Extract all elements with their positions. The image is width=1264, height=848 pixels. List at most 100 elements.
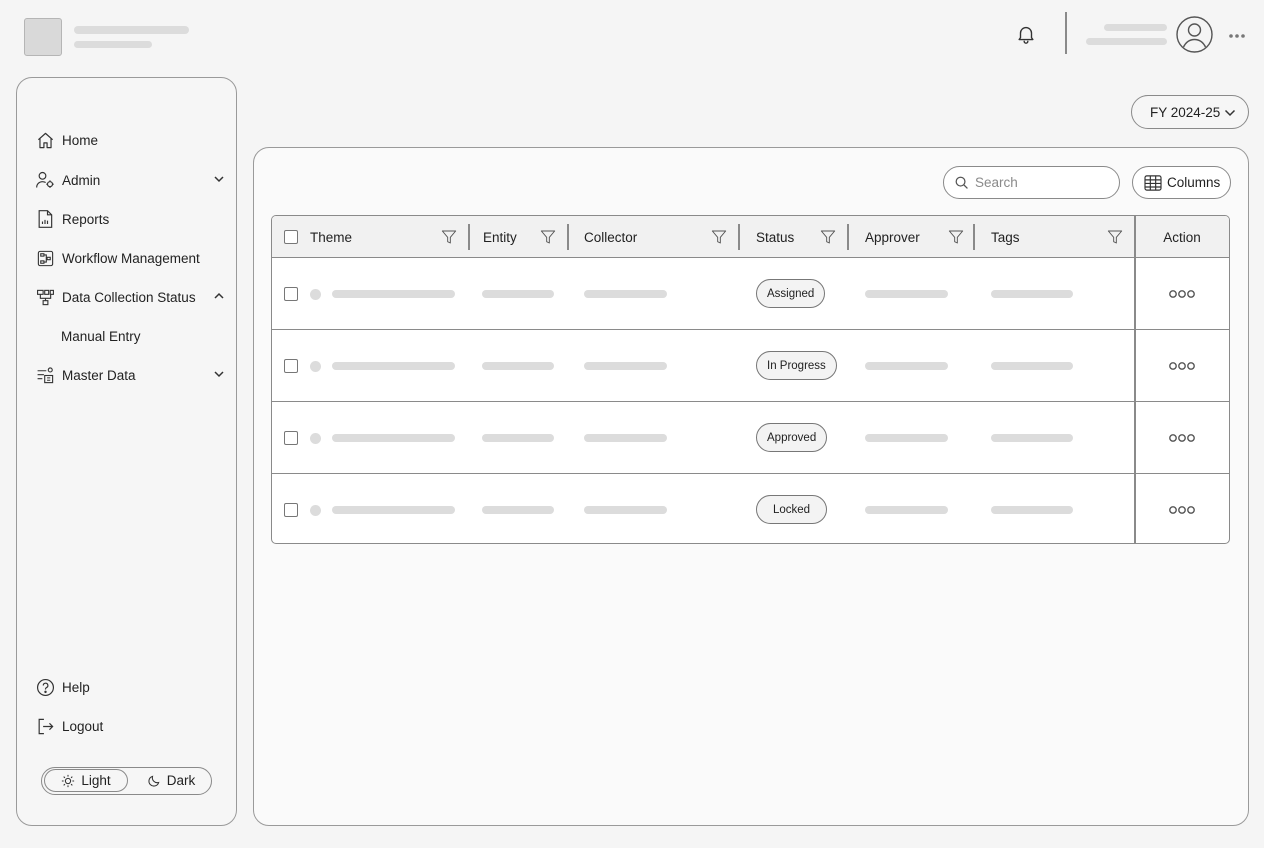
sidebar: Home Admin Reports Workflow Management D… (16, 77, 237, 826)
columns-button-label: Columns (1167, 175, 1221, 190)
user-name-placeholder (1104, 24, 1167, 31)
chevron-down-icon[interactable] (213, 368, 225, 380)
table-row[interactable]: In Progress (272, 330, 1229, 402)
sidebar-item-label: Master Data (62, 367, 136, 383)
row-checkbox[interactable] (284, 287, 298, 301)
sidebar-item-label: Reports (62, 211, 110, 227)
columns-button[interactable]: Columns (1132, 166, 1231, 199)
row-actions-icon[interactable] (1169, 433, 1195, 443)
column-header-entity[interactable]: Entity (483, 216, 517, 258)
tags-placeholder (991, 362, 1073, 370)
home-icon (35, 130, 55, 150)
collector-placeholder (584, 506, 667, 514)
fiscal-year-select[interactable]: FY 2024-25 (1131, 95, 1249, 129)
sidebar-item-data-collection-status[interactable]: Data Collection Status (35, 285, 225, 309)
theme-placeholder (332, 290, 455, 298)
theme-toggle: Light Dark (41, 767, 212, 795)
column-separator (468, 224, 470, 250)
approver-placeholder (865, 434, 948, 442)
row-checkbox[interactable] (284, 431, 298, 445)
admin-user-gear-icon (35, 170, 55, 190)
status-dot (310, 361, 321, 372)
theme-placeholder (332, 506, 455, 514)
user-avatar-icon[interactable] (1176, 16, 1213, 53)
sidebar-subitem-manual-entry[interactable]: Manual Entry (61, 329, 141, 344)
sidebar-item-label: Help (62, 679, 90, 695)
status-dot (310, 289, 321, 300)
tags-placeholder (991, 506, 1073, 514)
table-header: Theme Entity Collector Status Approver T… (272, 216, 1229, 258)
filter-icon[interactable] (711, 229, 727, 245)
select-all-checkbox[interactable] (284, 230, 298, 244)
search-input[interactable] (975, 175, 1105, 190)
sidebar-item-reports[interactable]: Reports (35, 207, 225, 231)
fiscal-year-value: FY 2024-25 (1150, 104, 1221, 120)
status-dot (310, 505, 321, 516)
chevron-down-icon[interactable] (213, 173, 225, 185)
filter-icon[interactable] (948, 229, 964, 245)
filter-icon[interactable] (1107, 229, 1123, 245)
sidebar-item-master-data[interactable]: Master Data (35, 363, 225, 387)
approver-placeholder (865, 506, 948, 514)
entity-placeholder (482, 434, 554, 442)
sidebar-item-help[interactable]: Help (35, 675, 225, 699)
row-actions-icon[interactable] (1169, 505, 1195, 515)
data-table: Theme Entity Collector Status Approver T… (271, 215, 1230, 544)
row-checkbox[interactable] (284, 359, 298, 373)
row-checkbox[interactable] (284, 503, 298, 517)
column-separator (973, 224, 975, 250)
master-data-icon (35, 365, 55, 385)
column-header-status[interactable]: Status (756, 216, 794, 258)
sidebar-item-label: Home (62, 132, 99, 148)
sidebar-item-label: Logout (62, 718, 104, 734)
sidebar-item-label: Data Collection Status (62, 289, 196, 305)
more-options-icon[interactable] (1228, 33, 1246, 39)
help-circle-icon (35, 677, 55, 697)
collector-placeholder (584, 362, 667, 370)
filter-icon[interactable] (441, 229, 457, 245)
column-separator (738, 224, 740, 250)
filter-icon[interactable] (540, 229, 556, 245)
app-logo[interactable] (24, 18, 62, 56)
row-actions-icon[interactable] (1169, 361, 1195, 371)
tags-placeholder (991, 290, 1073, 298)
status-badge: Locked (756, 495, 828, 524)
chevron-up-icon[interactable] (213, 290, 225, 302)
column-separator (567, 224, 569, 250)
app-name-placeholder (74, 26, 189, 34)
theme-dark-label: Dark (166, 773, 196, 788)
theme-light-option[interactable]: Light (44, 769, 128, 792)
search-icon (955, 176, 968, 189)
row-actions-icon[interactable] (1169, 289, 1195, 299)
entity-placeholder (482, 362, 554, 370)
logout-icon (35, 716, 55, 736)
theme-placeholder (332, 362, 455, 370)
search-field[interactable] (943, 166, 1120, 199)
column-header-theme[interactable]: Theme (310, 216, 352, 258)
filter-icon[interactable] (820, 229, 836, 245)
header-divider (1065, 12, 1067, 54)
user-role-placeholder (1086, 38, 1167, 45)
sidebar-item-label: Admin (62, 172, 101, 188)
sidebar-item-logout[interactable]: Logout (35, 714, 225, 738)
notification-bell-icon[interactable] (1015, 23, 1037, 45)
sidebar-item-admin[interactable]: Admin (35, 168, 225, 192)
theme-light-label: Light (81, 773, 111, 788)
moon-icon (148, 775, 160, 787)
workflow-icon (35, 248, 55, 268)
sidebar-item-home[interactable]: Home (35, 128, 225, 152)
column-header-approver[interactable]: Approver (865, 216, 920, 258)
entity-placeholder (482, 290, 554, 298)
theme-dark-option[interactable]: Dark (132, 769, 210, 792)
table-row[interactable]: Approved (272, 402, 1229, 474)
collector-placeholder (584, 290, 667, 298)
status-badge: Approved (756, 423, 828, 452)
column-header-collector[interactable]: Collector (584, 216, 637, 258)
table-row[interactable]: Assigned (272, 258, 1229, 330)
sidebar-item-workflow-management[interactable]: Workflow Management (35, 246, 225, 270)
table-columns-icon (1144, 174, 1162, 191)
report-document-icon (35, 209, 55, 229)
table-row[interactable]: Locked (272, 474, 1229, 543)
theme-placeholder (332, 434, 455, 442)
column-header-tags[interactable]: Tags (991, 216, 1020, 258)
